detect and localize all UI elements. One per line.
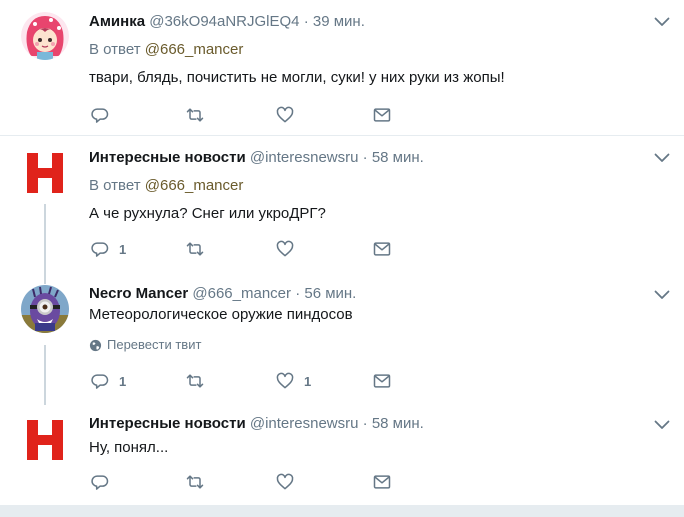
- direct-message-button[interactable]: [372, 471, 392, 493]
- chevron-down-icon[interactable]: [654, 17, 670, 27]
- reply-context: В ответ @666_mancer: [89, 176, 243, 196]
- avatar-interesnewsru[interactable]: [21, 416, 69, 464]
- avatar-aminka[interactable]: [21, 12, 69, 60]
- reply-mention-link[interactable]: @666_mancer: [145, 41, 244, 58]
- username[interactable]: @interesnewsru: [250, 149, 359, 166]
- tweet-header: Аминка @36kO94aNRJGlEQ4 · 39 мин.: [89, 12, 365, 32]
- translate-tweet-link[interactable]: Перевести твит: [89, 337, 201, 353]
- display-name[interactable]: Necro Mancer: [89, 285, 188, 302]
- heart-icon: [276, 106, 294, 123]
- direct-message-button[interactable]: [372, 238, 392, 260]
- separator-dot: ·: [303, 13, 309, 30]
- reply-button[interactable]: [90, 104, 119, 126]
- display-name[interactable]: Аминка: [89, 13, 145, 30]
- like-button[interactable]: [275, 471, 304, 493]
- timestamp[interactable]: 58 мин.: [372, 149, 424, 166]
- timestamp[interactable]: 56 мин.: [304, 285, 356, 302]
- retweet-icon: [186, 108, 204, 122]
- reply-prefix: В ответ: [89, 177, 141, 194]
- tweet-1[interactable]: Аминка @36kO94aNRJGlEQ4 · 39 мин. В отве…: [0, 0, 684, 134]
- heart-icon: [276, 240, 294, 257]
- reply-button[interactable]: 1: [90, 370, 126, 392]
- timestamp[interactable]: 39 мин.: [313, 13, 365, 30]
- tweet-3[interactable]: Necro Mancer @666_mancer · 56 мин. Метео…: [0, 270, 684, 400]
- tweet-actions: 1 1: [90, 370, 410, 392]
- minion-avatar-image: [21, 285, 69, 333]
- reply-button[interactable]: 1: [90, 238, 126, 260]
- retweet-button[interactable]: [185, 471, 214, 493]
- chevron-down-icon[interactable]: [654, 420, 670, 430]
- envelope-icon: [373, 374, 391, 388]
- tweet-header: Интересные новости @interesnewsru · 58 м…: [89, 148, 424, 168]
- tweet-actions: [90, 471, 410, 493]
- avatar-necro-mancer[interactable]: [21, 285, 69, 333]
- reply-context: В ответ @666_mancer: [89, 40, 243, 60]
- tweet-actions: 1: [90, 238, 410, 260]
- tweet-text: Ну, понял...: [89, 439, 169, 456]
- reply-button[interactable]: [90, 471, 119, 493]
- retweet-button[interactable]: [185, 238, 214, 260]
- tweet-4[interactable]: Интересные новости @interesnewsru · 58 м…: [0, 402, 684, 505]
- retweet-icon: [186, 475, 204, 489]
- tweet-actions: [90, 104, 410, 126]
- like-button[interactable]: 1: [275, 370, 311, 392]
- red-h-logo-image: [21, 149, 69, 197]
- chevron-down-icon[interactable]: [654, 153, 670, 163]
- reply-icon: [91, 374, 109, 389]
- retweet-button[interactable]: [185, 370, 214, 392]
- strawberry-doll-avatar-image: [21, 12, 69, 60]
- reply-count: 1: [119, 373, 127, 389]
- retweet-icon: [186, 242, 204, 256]
- reply-icon: [91, 475, 109, 490]
- retweet-button[interactable]: [185, 104, 214, 126]
- direct-message-button[interactable]: [372, 370, 392, 392]
- red-h-logo-image: [21, 416, 69, 464]
- separator-dot: ·: [362, 415, 368, 432]
- tweet-2[interactable]: Интересные новости @interesnewsru · 58 м…: [0, 136, 684, 284]
- reply-icon: [91, 242, 109, 257]
- timestamp[interactable]: 58 мин.: [372, 415, 424, 432]
- retweet-icon: [186, 374, 204, 388]
- envelope-icon: [373, 108, 391, 122]
- tweet-text: твари, блядь, почистить не могли, суки! …: [89, 69, 505, 86]
- like-button[interactable]: [275, 238, 304, 260]
- translate-label: Перевести твит: [107, 337, 202, 352]
- tweet-text: Метеорологическое оружие пиндосов: [89, 306, 353, 323]
- like-count: 1: [304, 373, 312, 389]
- like-button[interactable]: [275, 104, 304, 126]
- display-name[interactable]: Интересные новости: [89, 415, 246, 432]
- reply-count: 1: [119, 241, 127, 257]
- heart-icon: [276, 372, 294, 389]
- tweet-header: Necro Mancer @666_mancer · 56 мин.: [89, 284, 356, 304]
- reply-icon: [91, 108, 109, 123]
- separator-dot: ·: [295, 285, 301, 302]
- envelope-icon: [373, 475, 391, 489]
- bottom-border: [0, 505, 684, 517]
- tweet-header: Интересные новости @interesnewsru · 58 м…: [89, 414, 424, 434]
- username[interactable]: @666_mancer: [192, 285, 291, 302]
- envelope-icon: [373, 242, 391, 256]
- tweet-text: А че рухнула? Снег или укроДРГ?: [89, 205, 326, 222]
- direct-message-button[interactable]: [372, 104, 392, 126]
- reply-mention-link[interactable]: @666_mancer: [145, 177, 244, 194]
- avatar-interesnewsru[interactable]: [21, 149, 69, 197]
- globe-icon: [89, 339, 102, 351]
- chevron-down-icon[interactable]: [654, 290, 670, 300]
- thread-line: [44, 345, 46, 405]
- username[interactable]: @interesnewsru: [250, 415, 359, 432]
- reply-prefix: В ответ: [89, 41, 141, 58]
- username[interactable]: @36kO94aNRJGlEQ4: [149, 13, 299, 30]
- heart-icon: [276, 473, 294, 490]
- display-name[interactable]: Интересные новости: [89, 149, 246, 166]
- separator-dot: ·: [362, 149, 368, 166]
